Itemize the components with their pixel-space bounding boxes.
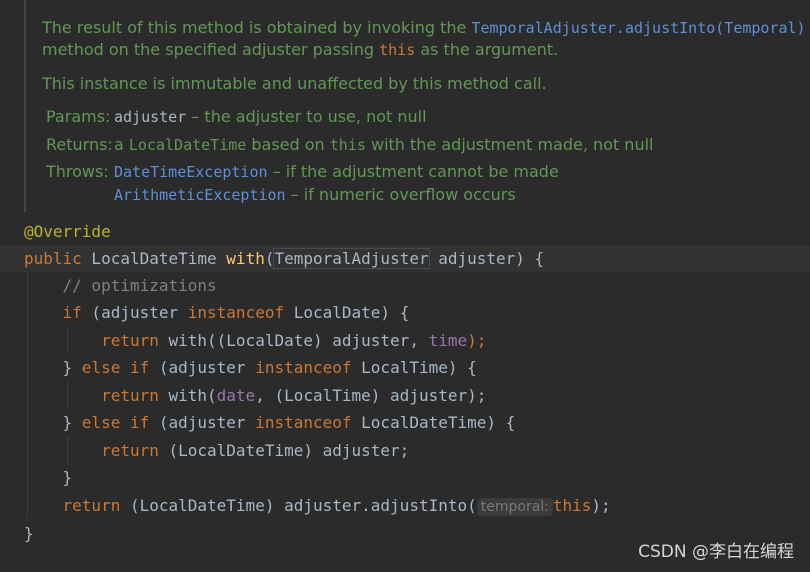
csdn-watermark: CSDN @李白在编程 [638, 542, 794, 562]
code-line-return-2[interactable]: return with(date, (LocalTime) adjuster); [24, 382, 486, 409]
parameter-name-hint: temporal: [476, 498, 553, 516]
code-line-else-if-1[interactable]: } else if (adjuster instanceof LocalTime… [24, 354, 477, 381]
code-line-final-return[interactable]: return (LocalDateTime) adjuster.adjustIn… [24, 492, 611, 519]
arithmetic-exception-link[interactable]: ArithmeticException [114, 186, 286, 204]
code-line-if-1[interactable]: if (adjuster instanceof LocalDate) { [24, 299, 410, 326]
javadoc-panel: The result of this method is obtained by… [24, 0, 810, 212]
throws-label: Throws: [46, 162, 109, 181]
throws-value-1: DateTimeException – if the adjustment ca… [114, 162, 559, 181]
doc-paragraph-1-line-1: The result of this method is obtained by… [42, 18, 806, 37]
code-line-return-1[interactable]: return with((LocalDate) adjuster, time); [24, 327, 486, 354]
doc-paragraph-2: This instance is immutable and unaffecte… [42, 74, 547, 93]
code-line-return-3[interactable]: return (LocalDateTime) adjuster; [24, 437, 409, 464]
returns-value: a LocalDateTime based on this with the a… [114, 135, 654, 154]
code-line-else-if-2[interactable]: } else if (adjuster instanceof LocalDate… [24, 409, 516, 436]
returns-label: Returns: [46, 135, 113, 154]
adjust-into-link[interactable]: TemporalAdjuster.adjustInto(Temporal) [471, 19, 805, 37]
code-line-comment[interactable]: // optimizations [24, 272, 217, 299]
doc-paragraph-1-line-2: method on the specified adjuster passing… [42, 40, 559, 59]
params-value: adjuster – the adjuster to use, not null [114, 107, 427, 126]
code-line-annotation[interactable]: @Override [24, 218, 111, 245]
code-line-method-close[interactable]: } [24, 520, 34, 547]
throws-value-2: ArithmeticException – if numeric overflo… [114, 185, 516, 204]
parameter-type-highlight: TemporalAdjuster [273, 248, 430, 269]
code-line-close-if[interactable]: } [24, 464, 73, 491]
params-label: Params: [46, 107, 111, 126]
datetime-exception-link[interactable]: DateTimeException [114, 163, 268, 181]
code-line-signature[interactable]: public LocalDateTime with(TemporalAdjust… [24, 245, 544, 272]
